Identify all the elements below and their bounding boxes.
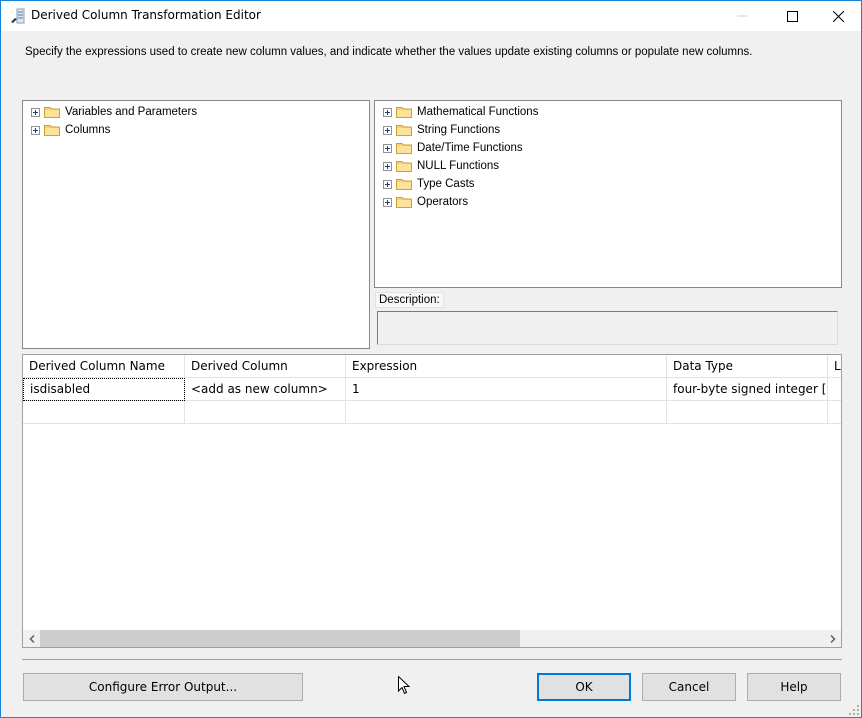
window-title: Derived Column Transformation Editor [31,8,261,22]
help-button[interactable]: Help [747,673,841,701]
tree-item-null-functions[interactable]: NULL Functions [383,157,499,175]
column-header-expression[interactable]: Expression [346,355,667,378]
description-box [377,311,838,345]
column-header-length[interactable]: Le [828,355,841,378]
cell-expression[interactable]: 1 [346,378,667,401]
resize-grip-icon[interactable] [849,705,859,715]
table-row[interactable]: isdisabled <add as new column> 1 four-by… [23,378,841,401]
cell-data-type[interactable]: four-byte signed integer [... [667,378,828,401]
maximize-icon [786,10,798,22]
close-icon [832,10,844,22]
minimize-button[interactable] [719,1,765,31]
tree-item-type-casts[interactable]: Type Casts [383,175,475,193]
ok-button[interactable]: OK [537,673,631,701]
tree-item-variables-and-parameters[interactable]: Variables and Parameters [31,103,197,121]
cell-data-type[interactable] [667,401,828,424]
close-button[interactable] [815,1,861,31]
cell-derived-column[interactable] [185,401,346,424]
folder-icon [396,179,412,190]
tree-item-date-time-functions[interactable]: Date/Time Functions [383,139,523,157]
expand-icon[interactable] [383,197,392,207]
scrollbar-thumb[interactable] [40,630,520,647]
tree-item-label: String Functions [417,124,501,136]
tree-item-string-functions[interactable]: String Functions [383,121,500,139]
folder-icon [396,161,412,172]
folder-icon [396,197,412,208]
tree-item-mathematical-functions[interactable]: Mathematical Functions [383,103,538,121]
variables-columns-tree[interactable]: Variables and Parameters Columns [22,100,370,349]
column-header-derived-column-name[interactable]: Derived Column Name [23,355,185,378]
horizontal-scrollbar[interactable] [23,630,841,647]
folder-icon [396,143,412,154]
cell-expression[interactable] [346,401,667,424]
expand-icon[interactable] [31,107,40,117]
tree-item-label: Variables and Parameters [65,106,198,118]
functions-tree[interactable]: Mathematical Functions String Functions … [374,100,842,288]
grid-header-row: Derived Column Name Derived Column Expre… [23,355,841,378]
expand-icon[interactable] [383,179,392,189]
folder-icon [44,125,60,136]
separator-line [22,659,842,660]
expand-icon[interactable] [31,125,40,135]
mouse-cursor-icon [398,676,410,695]
tree-item-label: Mathematical Functions [417,106,539,118]
folder-icon [44,107,60,118]
chevron-left-icon [28,634,35,643]
expand-icon[interactable] [383,125,392,135]
tree-item-label: NULL Functions [417,160,500,172]
tree-item-columns[interactable]: Columns [31,121,110,139]
cell-derived-column-name[interactable] [23,401,185,424]
scroll-left-button[interactable] [23,630,40,647]
tree-item-operators[interactable]: Operators [383,193,468,211]
instructions-text: Specify the expressions used to create n… [25,46,753,58]
cell-derived-column[interactable]: <add as new column> [185,378,346,401]
description-label: Description: [375,292,444,308]
folder-icon [396,125,412,136]
cell-length[interactable] [828,378,841,401]
maximize-button[interactable] [769,1,815,31]
configure-error-output-button[interactable]: Configure Error Output... [23,673,303,701]
cell-derived-column-name[interactable]: isdisabled [23,378,185,401]
tree-item-label: Columns [65,124,111,136]
column-header-data-type[interactable]: Data Type [667,355,828,378]
tree-item-label: Operators [417,196,469,208]
app-icon [11,8,25,24]
cell-length[interactable] [828,401,841,424]
expand-icon[interactable] [383,107,392,117]
title-bar[interactable]: Derived Column Transformation Editor [1,1,861,31]
minimize-icon [737,15,747,17]
folder-icon [396,107,412,118]
tree-item-label: Type Casts [417,178,475,190]
cancel-button[interactable]: Cancel [642,673,736,701]
derived-columns-grid[interactable]: Derived Column Name Derived Column Expre… [22,354,842,648]
chevron-right-icon [829,634,836,643]
table-row[interactable] [23,401,841,424]
scroll-right-button[interactable] [824,630,841,647]
tree-item-label: Date/Time Functions [417,142,523,154]
expand-icon[interactable] [383,143,392,153]
expand-icon[interactable] [383,161,392,171]
dialog-window: Derived Column Transformation Editor Spe… [0,0,862,718]
column-header-derived-column[interactable]: Derived Column [185,355,346,378]
